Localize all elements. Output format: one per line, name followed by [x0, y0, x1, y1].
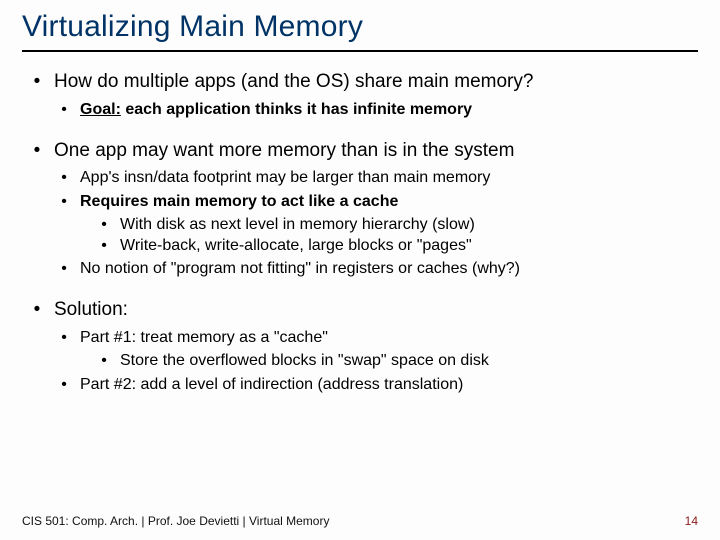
slide-title: Virtualizing Main Memory — [22, 10, 698, 52]
list-item: • No notion of "program not fitting" in … — [22, 259, 698, 280]
bullet-text: One app may want more memory than is in … — [54, 139, 514, 163]
bullet-icon: • — [28, 70, 46, 94]
bullet-text: Requires main memory to act like a cache — [80, 192, 398, 213]
list-item: • How do multiple apps (and the OS) shar… — [22, 70, 698, 121]
list-item: • With disk as next level in memory hier… — [22, 215, 698, 236]
bullet-icon: • — [56, 192, 72, 213]
bullet-icon: • — [56, 259, 72, 280]
bullet-text: Part #2: add a level of indirection (add… — [80, 375, 463, 396]
page-number: 14 — [685, 514, 698, 528]
list-item: • Goal: each application thinks it has i… — [22, 100, 698, 121]
slide-footer: CIS 501: Comp. Arch. | Prof. Joe Deviett… — [22, 514, 698, 528]
bullet-text: With disk as next level in memory hierar… — [120, 215, 475, 236]
bullet-icon: • — [56, 328, 72, 349]
bullet-text: No notion of "program not fitting" in re… — [80, 259, 520, 280]
bullet-icon: • — [56, 375, 72, 396]
footer-text: CIS 501: Comp. Arch. | Prof. Joe Deviett… — [22, 514, 329, 528]
bullet-icon: • — [96, 351, 112, 372]
list-item: • Part #1: treat memory as a "cache" • S… — [22, 328, 698, 372]
list-item: • Store the overflowed blocks in "swap" … — [22, 351, 698, 372]
bullet-list: • How do multiple apps (and the OS) shar… — [22, 70, 698, 395]
goal-label: Goal: — [80, 101, 121, 118]
list-item: • Write-back, write-allocate, large bloc… — [22, 236, 698, 257]
goal-rest: each application thinks it has infinite … — [121, 101, 472, 118]
bullet-icon: • — [28, 139, 46, 163]
list-item: • Requires main memory to act like a cac… — [22, 192, 698, 256]
list-item: • App's insn/data footprint may be large… — [22, 168, 698, 189]
bullet-icon: • — [56, 168, 72, 189]
list-item: • Part #2: add a level of indirection (a… — [22, 375, 698, 396]
bullet-icon: • — [96, 215, 112, 236]
bullet-icon: • — [56, 100, 72, 121]
list-item: • One app may want more memory than is i… — [22, 139, 698, 281]
bullet-text: App's insn/data footprint may be larger … — [80, 168, 490, 189]
bullet-text: Goal: each application thinks it has inf… — [80, 100, 472, 121]
bullet-icon: • — [28, 298, 46, 322]
bullet-text: Solution: — [54, 298, 128, 322]
list-item: • Solution: • Part #1: treat memory as a… — [22, 298, 698, 395]
bullet-text: Part #1: treat memory as a "cache" — [80, 328, 328, 349]
bullet-text: How do multiple apps (and the OS) share … — [54, 70, 533, 94]
bullet-text: Write-back, write-allocate, large blocks… — [120, 236, 472, 257]
bullet-text: Store the overflowed blocks in "swap" sp… — [120, 351, 489, 372]
bullet-icon: • — [96, 236, 112, 257]
